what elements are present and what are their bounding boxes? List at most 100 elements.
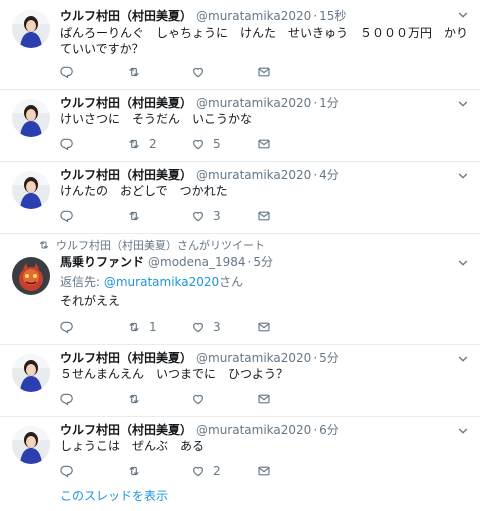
user-name[interactable]: ウルフ村田（村田美夏） [60, 168, 192, 182]
timestamp[interactable]: 1分 [319, 96, 339, 110]
timestamp[interactable]: 5分 [319, 351, 339, 365]
dm-button[interactable] [257, 135, 271, 153]
user-name[interactable]: ウルフ村田（村田美夏） [60, 96, 192, 110]
retweet-button[interactable] [127, 462, 149, 480]
retweet-context: ウルフ村田（村田美夏）さんがリツイート [38, 239, 265, 253]
retweet-icon [127, 137, 141, 151]
dm-button[interactable] [257, 63, 271, 81]
retweet-button[interactable] [127, 63, 149, 81]
user-handle[interactable]: @muratamika2020 [196, 351, 311, 365]
like-icon [191, 392, 205, 406]
tweet-header: ウルフ村田（村田美夏） @muratamika2020 · 6分 [60, 422, 339, 438]
reply-button[interactable] [60, 207, 82, 225]
tweet-6[interactable]: ウルフ村田（村田美夏） @muratamika2020 · 6分 しょうこは ぜんぶ … [0, 416, 480, 511]
tweet-actions: 1 3 [60, 318, 480, 336]
reply-icon [60, 464, 74, 478]
avatar[interactable] [12, 354, 50, 392]
reply-button[interactable] [60, 135, 82, 153]
tweet-text: けいさつに そうだん いこうかな [60, 112, 253, 126]
chevron-down-icon[interactable] [456, 352, 470, 366]
separator: · [313, 96, 318, 110]
tweet-1[interactable]: ウルフ村田（村田美夏） @muratamika2020 · 15秒 ぱんろーりんぐ し… [0, 0, 480, 90]
retweet-icon [38, 239, 50, 251]
chevron-down-icon[interactable] [456, 424, 470, 438]
reply-button[interactable] [60, 318, 82, 336]
show-thread-link[interactable]: このスレッドを表示 [60, 488, 168, 504]
retweet-icon [127, 392, 141, 406]
user-handle[interactable]: @muratamika2020 [196, 9, 311, 23]
like-icon [191, 464, 205, 478]
user-name[interactable]: 馬乗りファンド [60, 255, 144, 269]
tweet-text: ぱんろーりんぐ しゃちょうに けんた せいきゅう ５０００万円 かりていいですか… [60, 26, 469, 56]
retweet-count: 2 [149, 137, 157, 151]
chevron-down-icon[interactable] [456, 97, 470, 111]
avatar[interactable] [12, 10, 50, 48]
user-handle[interactable]: @muratamika2020 [196, 96, 311, 110]
tweet-text: けんたの おどしで つかれた [60, 184, 228, 198]
user-name[interactable]: ウルフ村田（村田美夏） [60, 351, 192, 365]
reply-button[interactable] [60, 390, 82, 408]
like-button[interactable]: 3 [191, 207, 221, 225]
reply-button[interactable] [60, 63, 82, 81]
separator: · [313, 423, 318, 437]
tweet-header: 馬乗りファンド @modena_1984 · 5分 [60, 254, 273, 270]
avatar[interactable] [12, 171, 50, 209]
tweet-text: それがええ [60, 294, 121, 308]
tweet-2[interactable]: ウルフ村田（村田美夏） @muratamika2020 · 1分 けいさつに そうだん… [0, 89, 480, 162]
retweet-button[interactable] [127, 207, 149, 225]
user-handle[interactable]: @modena_1984 [148, 255, 246, 269]
like-count: 5 [213, 137, 221, 151]
tweet-text: しょうこは ぜんぶ ある [60, 439, 205, 453]
like-icon [191, 320, 205, 334]
user-handle[interactable]: @muratamika2020 [196, 423, 311, 437]
timestamp[interactable]: 6分 [319, 423, 339, 437]
timestamp[interactable]: 15秒 [319, 9, 346, 23]
reply-icon [60, 65, 74, 79]
reply-button[interactable] [60, 462, 82, 480]
retweet-button[interactable]: 2 [127, 135, 157, 153]
chevron-down-icon[interactable] [456, 256, 470, 270]
user-name[interactable]: ウルフ村田（村田美夏） [60, 423, 192, 437]
like-button[interactable]: 2 [191, 462, 221, 480]
reply-to-suffix: さん [219, 275, 244, 289]
avatar[interactable] [12, 99, 50, 137]
reply-to-context: 返信先: @muratamika2020さん [60, 274, 243, 290]
chevron-down-icon[interactable] [456, 169, 470, 183]
dm-button[interactable] [257, 207, 271, 225]
like-button[interactable] [191, 390, 213, 408]
like-button[interactable]: 5 [191, 135, 221, 153]
chevron-down-icon[interactable] [456, 8, 470, 22]
tweet-5[interactable]: ウルフ村田（村田美夏） @muratamika2020 · 5分 ５せんまんえん いつ… [0, 344, 480, 417]
user-handle[interactable]: @muratamika2020 [196, 168, 311, 182]
reply-to-link[interactable]: @muratamika2020 [104, 275, 219, 289]
like-button[interactable]: 3 [191, 318, 221, 336]
reply-to-label: 返信先: [60, 275, 104, 289]
dm-icon [257, 65, 271, 79]
avatar[interactable] [12, 257, 50, 295]
tweet-actions [60, 63, 480, 81]
timestamp[interactable]: 5分 [253, 255, 273, 269]
separator: · [313, 9, 318, 23]
reply-icon [60, 137, 74, 151]
tweet-4-retweet[interactable]: ウルフ村田（村田美夏）さんがリツイート 馬乗りファンド @modena_1984 ·… [0, 233, 480, 345]
dm-button[interactable] [257, 462, 271, 480]
separator: · [313, 351, 318, 365]
retweet-button[interactable] [127, 390, 149, 408]
tweet-3[interactable]: ウルフ村田（村田美夏） @muratamika2020 · 4分 けんたの おどしで … [0, 161, 480, 234]
dm-button[interactable] [257, 318, 271, 336]
retweet-button[interactable]: 1 [127, 318, 157, 336]
dm-button[interactable] [257, 390, 271, 408]
retweeted-by-label[interactable]: ウルフ村田（村田美夏）さんがリツイート [56, 239, 265, 252]
tweet-actions: 3 [60, 207, 480, 225]
reply-icon [60, 209, 74, 223]
avatar[interactable] [12, 426, 50, 464]
timestamp[interactable]: 4分 [319, 168, 339, 182]
retweet-count: 1 [149, 320, 157, 334]
like-count: 3 [213, 209, 221, 223]
tweet-header: ウルフ村田（村田美夏） @muratamika2020 · 5分 [60, 350, 339, 366]
dm-icon [257, 137, 271, 151]
tweet-header: ウルフ村田（村田美夏） @muratamika2020 · 15秒 [60, 8, 346, 24]
like-button[interactable] [191, 63, 213, 81]
retweet-icon [127, 209, 141, 223]
user-name[interactable]: ウルフ村田（村田美夏） [60, 9, 192, 23]
